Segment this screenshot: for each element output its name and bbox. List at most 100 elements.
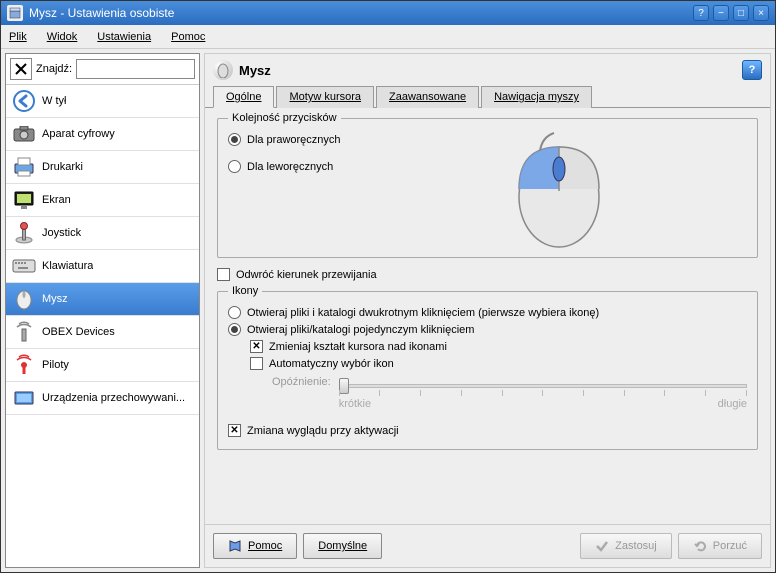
delay-slider-row: Opóźnienie: krótkie długie bbox=[272, 376, 747, 410]
menu-file[interactable]: Plik bbox=[5, 29, 31, 45]
fieldset-legend: Ikony bbox=[228, 285, 262, 297]
panel-help-button[interactable]: ? bbox=[742, 60, 762, 80]
mouse-preview-image bbox=[499, 129, 619, 249]
sidebar-item-label: W tył bbox=[42, 95, 66, 107]
help-button-label: Pomoc bbox=[248, 540, 282, 552]
mouse-icon bbox=[12, 287, 36, 311]
radio-double-click-label[interactable]: Otwieraj pliki i katalogi dwukrotnym kli… bbox=[247, 307, 599, 319]
nav-list: W tył Aparat cyfrowy Drukarki Ekran Joys bbox=[6, 85, 199, 567]
radio-single-click[interactable] bbox=[228, 323, 241, 336]
clear-search-icon[interactable] bbox=[10, 58, 32, 80]
slider-track bbox=[339, 384, 747, 388]
sidebar-item-obex[interactable]: OBEX Devices bbox=[6, 316, 199, 349]
joystick-icon bbox=[12, 221, 36, 245]
footer: Pomoc Domyślne Zastosuj Porzuć bbox=[205, 524, 770, 567]
undo-icon bbox=[693, 539, 707, 553]
fieldset-icons: Ikony Otwieraj pliki i katalogi dwukrotn… bbox=[217, 291, 758, 450]
delay-min-label: krótkie bbox=[339, 398, 371, 410]
obex-icon bbox=[12, 320, 36, 344]
titlebar-help-button[interactable]: ? bbox=[693, 5, 709, 21]
radio-right-handed-label[interactable]: Dla praworęcznych bbox=[247, 134, 341, 146]
titlebar: Mysz - Ustawienia osobiste ? − □ × bbox=[1, 1, 775, 25]
titlebar-icon bbox=[7, 5, 23, 21]
sidebar-item-printers[interactable]: Drukarki bbox=[6, 151, 199, 184]
menu-help[interactable]: Pomoc bbox=[167, 29, 209, 45]
delay-slider-label: Opóźnienie: bbox=[272, 376, 331, 388]
main-panel: Mysz ? Ogólne Motyw kursora Zaawansowane… bbox=[204, 53, 771, 568]
radio-single-click-label[interactable]: Otwieraj pliki/katalogi pojedynczym klik… bbox=[247, 324, 474, 336]
tab-mouse-nav[interactable]: Nawigacja myszy bbox=[481, 86, 592, 108]
help-button[interactable]: Pomoc bbox=[213, 533, 297, 559]
radio-right-handed[interactable] bbox=[228, 133, 241, 146]
keyboard-icon bbox=[12, 254, 36, 278]
sidebar-item-label: OBEX Devices bbox=[42, 326, 115, 338]
check-reverse-scroll[interactable] bbox=[217, 268, 230, 281]
sidebar-item-joystick[interactable]: Joystick bbox=[6, 217, 199, 250]
sidebar-item-label: Mysz bbox=[42, 293, 68, 305]
check-change-look-activate-label[interactable]: Zmiana wyglądu przy aktywacji bbox=[247, 425, 399, 437]
fieldset-button-order: Kolejność przycisków Dla praworęcznych D… bbox=[217, 118, 758, 258]
sidebar-item-label: Aparat cyfrowy bbox=[42, 128, 115, 140]
tabbar: Ogólne Motyw kursora Zaawansowane Nawiga… bbox=[205, 86, 770, 108]
search-label: Znajdź: bbox=[36, 63, 72, 75]
sidebar-item-label: Klawiatura bbox=[42, 260, 93, 272]
tab-general[interactable]: Ogólne bbox=[213, 86, 274, 108]
radio-double-click[interactable] bbox=[228, 306, 241, 319]
slider-ticks bbox=[339, 390, 747, 396]
sidebar-item-storage[interactable]: Urządzenia przechowywani... bbox=[6, 382, 199, 415]
panel-title: Mysz bbox=[239, 63, 271, 78]
back-icon bbox=[12, 89, 36, 113]
menubar: Plik Widok Ustawienia Pomoc bbox=[1, 25, 775, 49]
tab-advanced[interactable]: Zaawansowane bbox=[376, 86, 479, 108]
book-icon bbox=[228, 539, 242, 553]
remote-icon bbox=[12, 353, 36, 377]
defaults-button[interactable]: Domyślne bbox=[303, 533, 382, 559]
window-title: Mysz - Ustawienia osobiste bbox=[29, 6, 693, 20]
minimize-button[interactable]: − bbox=[713, 5, 729, 21]
sidebar-item-display[interactable]: Ekran bbox=[6, 184, 199, 217]
defaults-button-label: Domyślne bbox=[318, 540, 367, 552]
menu-view[interactable]: Widok bbox=[43, 29, 82, 45]
sidebar: Znajdź: W tył Aparat cyfrowy Drukarki bbox=[5, 53, 200, 568]
sidebar-item-label: Drukarki bbox=[42, 161, 83, 173]
check-change-look-activate[interactable] bbox=[228, 424, 241, 437]
sidebar-item-back[interactable]: W tył bbox=[6, 85, 199, 118]
check-auto-select[interactable] bbox=[250, 357, 263, 370]
sidebar-item-mouse[interactable]: Mysz bbox=[6, 283, 199, 316]
delay-max-label: długie bbox=[718, 398, 747, 410]
storage-icon bbox=[12, 386, 36, 410]
titlebar-buttons: ? − □ × bbox=[693, 5, 769, 21]
reset-button: Porzuć bbox=[678, 533, 762, 559]
camera-icon bbox=[12, 122, 36, 146]
check-change-cursor[interactable] bbox=[250, 340, 263, 353]
sidebar-item-camera[interactable]: Aparat cyfrowy bbox=[6, 118, 199, 151]
maximize-button[interactable]: □ bbox=[733, 5, 749, 21]
panel-header: Mysz ? bbox=[205, 54, 770, 86]
tab-cursor-theme[interactable]: Motyw kursora bbox=[276, 86, 374, 108]
reset-button-label: Porzuć bbox=[713, 540, 747, 552]
printer-icon bbox=[12, 155, 36, 179]
tab-content: Kolejność przycisków Dla praworęcznych D… bbox=[205, 108, 770, 524]
sidebar-item-remotes[interactable]: Piloty bbox=[6, 349, 199, 382]
fieldset-legend: Kolejność przycisków bbox=[228, 112, 341, 124]
radio-left-handed-label[interactable]: Dla leworęcznych bbox=[247, 161, 333, 173]
check-icon bbox=[595, 539, 609, 553]
settings-window: Mysz - Ustawienia osobiste ? − □ × Plik … bbox=[0, 0, 776, 573]
sidebar-item-label: Joystick bbox=[42, 227, 81, 239]
radio-left-handed[interactable] bbox=[228, 160, 241, 173]
close-button[interactable]: × bbox=[753, 5, 769, 21]
mouse-header-icon bbox=[213, 60, 233, 80]
window-body: Znajdź: W tył Aparat cyfrowy Drukarki bbox=[1, 49, 775, 572]
delay-slider: krótkie długie bbox=[339, 376, 747, 410]
check-auto-select-label[interactable]: Automatyczny wybór ikon bbox=[269, 358, 394, 370]
search-input[interactable] bbox=[76, 59, 195, 79]
check-change-cursor-label[interactable]: Zmieniaj kształt kursora nad ikonami bbox=[269, 341, 447, 353]
sidebar-item-label: Urządzenia przechowywani... bbox=[42, 392, 185, 404]
apply-button: Zastosuj bbox=[580, 533, 672, 559]
sidebar-item-keyboard[interactable]: Klawiatura bbox=[6, 250, 199, 283]
menu-settings[interactable]: Ustawienia bbox=[93, 29, 155, 45]
display-icon bbox=[12, 188, 36, 212]
apply-button-label: Zastosuj bbox=[615, 540, 657, 552]
searchbar: Znajdź: bbox=[6, 54, 199, 85]
check-reverse-scroll-label[interactable]: Odwróć kierunek przewijania bbox=[236, 269, 377, 281]
